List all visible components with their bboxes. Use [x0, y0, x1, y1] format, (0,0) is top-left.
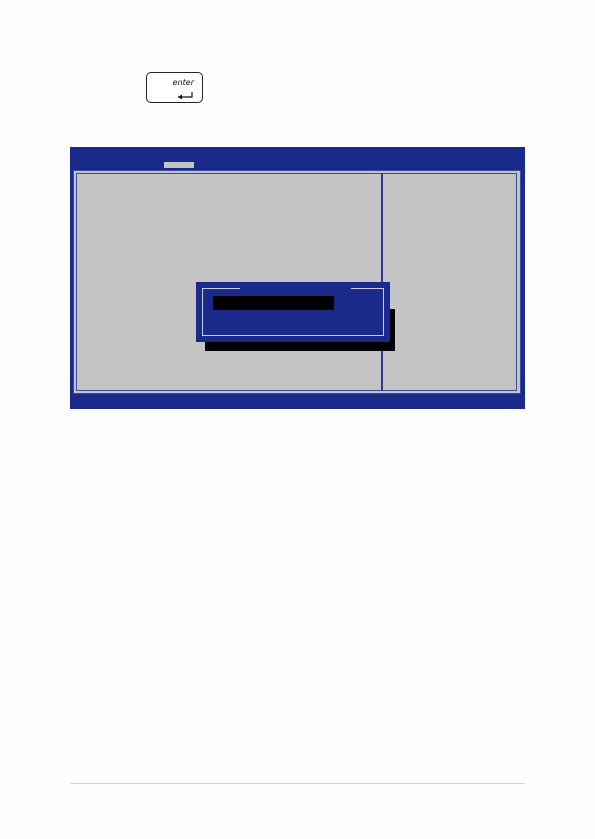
bios-screen [70, 147, 525, 409]
bios-help-pane [383, 173, 517, 391]
password-input[interactable] [213, 296, 334, 310]
dialog-frame-top-right [351, 288, 384, 289]
enter-arrow-icon [175, 88, 195, 106]
bios-tab-selected[interactable] [164, 162, 194, 168]
bios-menu-bar [70, 147, 525, 168]
page-footer-rule [70, 783, 525, 784]
bios-status-bar [70, 397, 525, 409]
enter-key-illustration: enter [146, 72, 203, 103]
dialog-frame-top-left [202, 288, 240, 289]
enter-key-label: enter [172, 78, 194, 87]
password-dialog [196, 282, 390, 342]
